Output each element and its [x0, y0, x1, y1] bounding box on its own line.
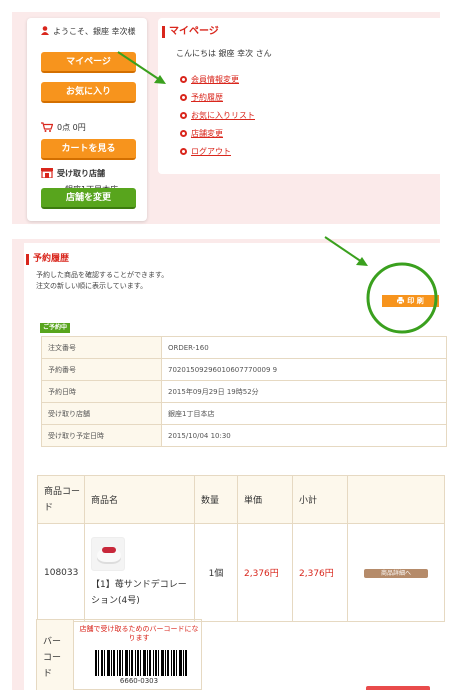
annotation-circle: [366, 262, 438, 334]
annotation-arrow-2: [324, 236, 368, 266]
annotation-overlay: [117, 51, 438, 334]
annotation-arrow-1: [117, 51, 166, 84]
